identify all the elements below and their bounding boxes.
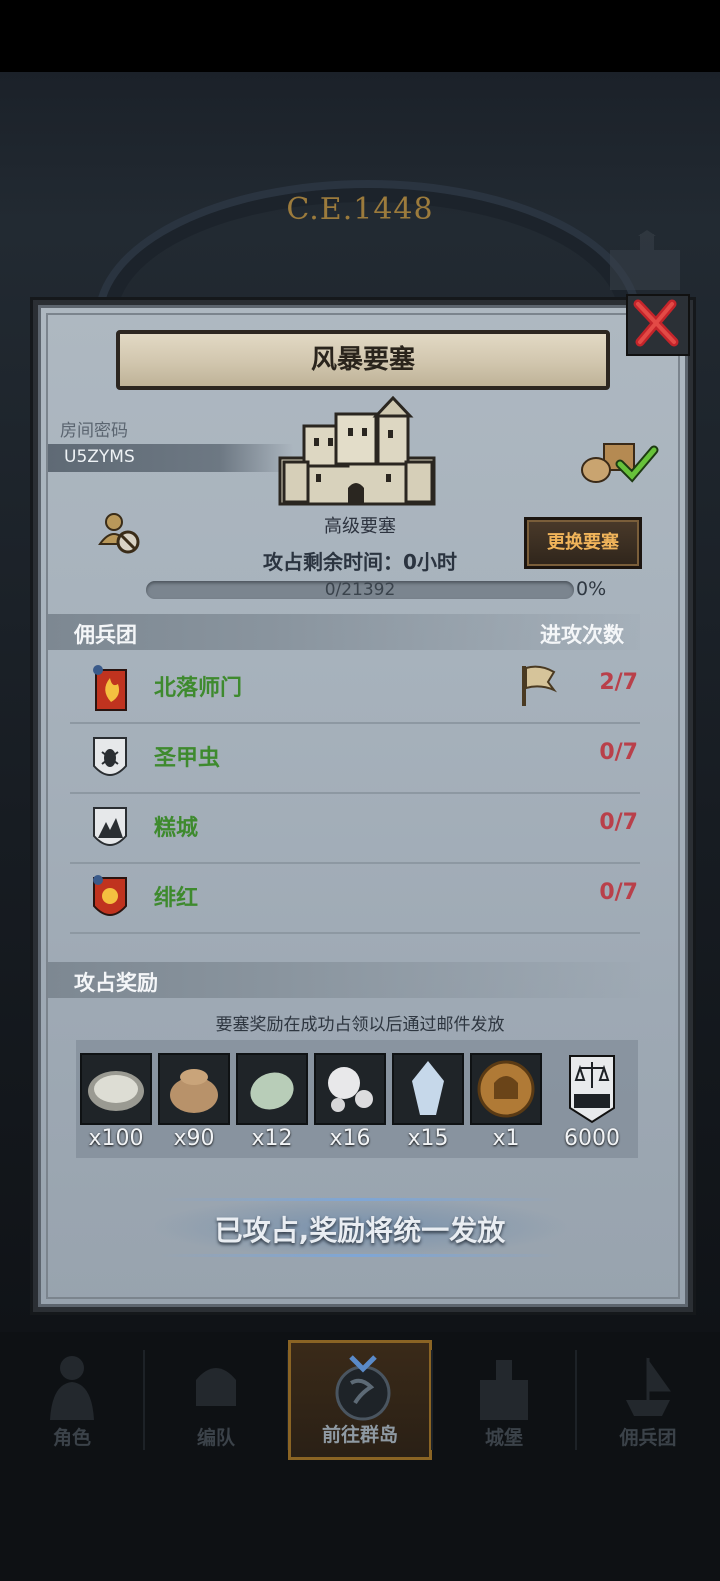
nav-character[interactable]: 角色 (0, 1340, 144, 1460)
reward-quantity: x1 (492, 1126, 520, 1151)
coin-sack-icon (170, 1069, 218, 1113)
attack-count: 0/7 (599, 810, 638, 835)
nav-label: 编队 (196, 1427, 235, 1449)
jade-stone-icon (250, 1072, 294, 1110)
attack-count-header: 进攻次数 (540, 623, 624, 647)
mercenary-name: 糕城 (154, 816, 199, 841)
white-scarab-shield-icon (93, 737, 127, 776)
reward-quantity: x12 (251, 1126, 293, 1151)
close-button[interactable] (626, 294, 690, 356)
reward-item[interactable] (392, 1053, 464, 1125)
reward-quantity: x100 (88, 1126, 144, 1151)
attack-count: 0/7 (599, 740, 638, 765)
attack-count: 0/7 (599, 880, 638, 905)
dialog-title: 风暴要塞 (116, 330, 610, 390)
reward-item[interactable] (158, 1053, 230, 1125)
attack-count: 2/7 (599, 670, 638, 695)
knight-helmet-coin-icon (477, 1060, 535, 1118)
mercenary-row[interactable]: 糕城 0/7 (70, 794, 640, 864)
nav-label: 前往群岛 (321, 1424, 398, 1446)
reward-quantity: x15 (407, 1126, 449, 1151)
reward-item[interactable] (470, 1053, 542, 1125)
time-remaining-value: 0小时 (403, 550, 457, 574)
close-icon (633, 299, 679, 347)
nav-formation[interactable]: 编队 (144, 1340, 288, 1460)
progress-percent: 0% (576, 578, 607, 600)
nav-castle[interactable]: 城堡 (432, 1340, 576, 1460)
mercenary-header: 佣兵团 (74, 623, 137, 647)
time-remaining-label: 攻占剩余时间： (263, 550, 404, 574)
white-mountain-shield-icon (93, 807, 127, 846)
room-code[interactable]: U5ZYMS (64, 447, 135, 467)
fortress-castle-icon (278, 396, 436, 506)
islands-compass-icon (335, 1355, 391, 1421)
reward-quantity: x16 (329, 1126, 371, 1151)
reward-item[interactable] (236, 1053, 308, 1125)
pearl-icon (328, 1067, 373, 1112)
attack-flag-icon (522, 665, 558, 706)
mercenary-row[interactable]: 圣甲虫 0/7 (70, 724, 640, 794)
nav-go-to-islands[interactable]: 前往群岛 (288, 1340, 432, 1460)
occupation-progress-bar: 0/21392 (146, 581, 574, 599)
nav-label: 城堡 (484, 1427, 523, 1449)
justice-badge-icon[interactable] (568, 1054, 616, 1124)
mercenary-name: 绯红 (154, 886, 199, 911)
status-divider-top (160, 1198, 560, 1201)
reward-item[interactable] (314, 1053, 386, 1125)
change-fortress-button[interactable]: 更换要塞 (524, 517, 642, 569)
rewards-note: 要塞奖励在成功占领以后通过邮件发放 (215, 1015, 505, 1035)
reward-quantity: 6000 (564, 1126, 620, 1151)
knight-character-icon (50, 1356, 94, 1420)
crystal-icon (412, 1061, 444, 1115)
rewards-claimed-icon (581, 443, 659, 483)
status-bar (0, 0, 720, 72)
mercenary-row[interactable]: 北落师门 2/7 (70, 654, 640, 724)
oyster-icon (88, 1071, 144, 1111)
nav-label: 佣兵团 (619, 1427, 677, 1449)
progress-text: 0/21392 (324, 581, 396, 599)
nav-mercenary[interactable]: 佣兵团 (576, 1340, 720, 1460)
mercenary-row[interactable]: 绯红 0/7 (70, 864, 640, 934)
rewards-header: 攻占奖励 (74, 971, 158, 995)
reward-item[interactable] (80, 1053, 152, 1125)
background-castle-icon (610, 230, 680, 290)
occupied-status: 已攻占,奖励将统一发放 (214, 1214, 506, 1247)
mercenary-name: 北落师门 (154, 676, 243, 701)
red-flame-banner-icon (93, 665, 127, 711)
reward-quantity: x90 (173, 1126, 215, 1151)
mercenary-name: 圣甲虫 (154, 746, 221, 771)
castle-icon (480, 1360, 528, 1420)
status-divider-bottom (160, 1254, 560, 1257)
era-label: C.E.1448 (286, 192, 434, 227)
mercenary-ship-icon (626, 1357, 671, 1416)
room-code-label: 房间密码 (60, 421, 128, 441)
red-sun-shield-icon (93, 875, 127, 916)
nav-label: 角色 (52, 1427, 91, 1449)
formation-helmet-icon (196, 1368, 236, 1406)
